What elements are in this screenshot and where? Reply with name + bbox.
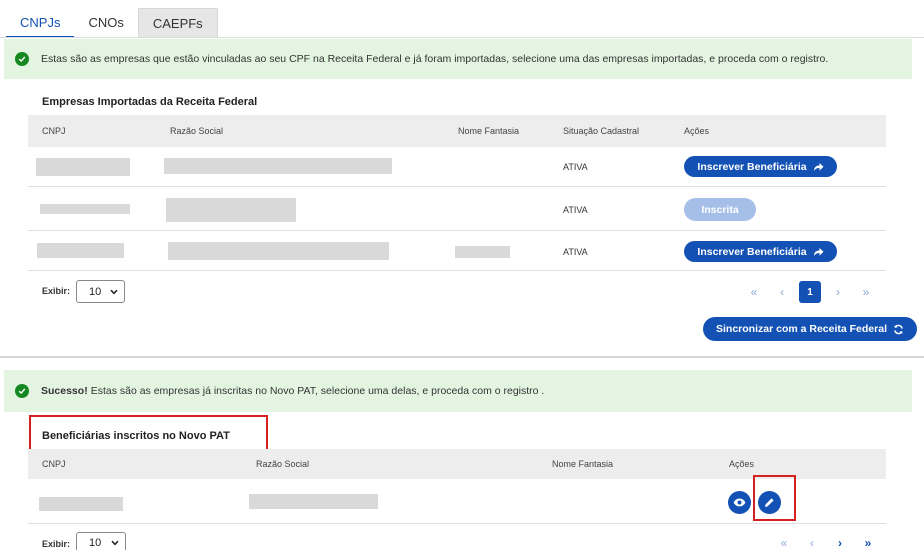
section-divider xyxy=(0,356,924,358)
tabs-divider xyxy=(0,37,924,38)
info-alert: Estas são as empresas que estão vinculad… xyxy=(4,39,912,79)
cnpj-redacted xyxy=(36,158,130,176)
prev-page-button[interactable]: ‹ xyxy=(768,285,796,299)
chevron-down-icon xyxy=(110,289,118,294)
refresh-icon xyxy=(894,324,903,334)
button-label: Inscrever Beneficiária xyxy=(697,245,807,258)
razao-social-redacted xyxy=(168,242,389,260)
first-page-button[interactable]: « xyxy=(740,285,768,299)
page-size-value: 10 xyxy=(89,285,102,298)
page-size-select[interactable]: 10 xyxy=(76,532,126,550)
page-size-select[interactable]: 10 xyxy=(76,280,125,303)
success-alert: Sucesso! Estas são as empresas já inscri… xyxy=(4,370,912,412)
col-cnpj: CNPJ xyxy=(42,126,66,136)
col-nome-fantasia: Nome Fantasia xyxy=(458,126,520,136)
next-page-button[interactable]: › xyxy=(824,285,852,299)
section-title-beneficiarias: Beneficiárias inscritos no Novo PAT xyxy=(42,430,230,442)
first-page-button[interactable]: « xyxy=(770,536,798,550)
status-text: ATIVA xyxy=(563,247,588,257)
status-text: ATIVA xyxy=(563,162,588,172)
status-text: ATIVA xyxy=(563,205,588,215)
exibir-label: Exibir: xyxy=(42,539,71,549)
razao-social-redacted xyxy=(249,494,378,509)
tab-cnpjs[interactable]: CNPJs xyxy=(6,8,75,38)
cnpj-redacted xyxy=(40,204,130,214)
table-header: CNPJ Razão Social Nome Fantasia Situação… xyxy=(28,115,886,147)
col-situacao: Situação Cadastral xyxy=(563,126,640,136)
table-row: ATIVA Inscrever Beneficiária xyxy=(28,147,886,187)
tab-cnos[interactable]: CNOs xyxy=(74,8,137,38)
tab-bar: CNPJs CNOs CAEPFs xyxy=(6,8,218,38)
col-razao-social: Razão Social xyxy=(170,126,224,136)
highlight-box-edit xyxy=(753,475,796,521)
inscrever-beneficiaria-button[interactable]: Inscrever Beneficiária xyxy=(684,156,837,177)
page-size-value: 10 xyxy=(89,537,102,549)
pagination: « ‹ › » xyxy=(770,536,882,550)
inscrever-beneficiaria-button[interactable]: Inscrever Beneficiária xyxy=(684,241,837,262)
col-acoes: Ações xyxy=(684,126,710,136)
view-button[interactable] xyxy=(728,491,751,514)
alert-text: Estas são as empresas já inscritas no No… xyxy=(90,385,545,397)
eye-icon xyxy=(733,498,746,507)
check-circle-icon xyxy=(15,384,29,398)
col-acoes: Ações xyxy=(729,459,755,469)
table-row: ATIVA Inscrita xyxy=(28,188,886,231)
last-page-button[interactable]: » xyxy=(852,285,880,299)
check-circle-icon xyxy=(15,52,29,66)
exibir-label: Exibir: xyxy=(42,286,71,296)
alert-text: Estas são as empresas que estão vinculad… xyxy=(41,53,829,65)
chevron-down-icon xyxy=(111,540,119,546)
prev-page-button[interactable]: ‹ xyxy=(798,536,826,550)
share-arrow-icon xyxy=(813,247,824,256)
tab-caepfs[interactable]: CAEPFs xyxy=(137,8,218,38)
last-page-button[interactable]: » xyxy=(854,536,882,550)
table-row: ATIVA Inscrever Beneficiária xyxy=(28,232,886,271)
razao-social-redacted xyxy=(166,198,296,222)
nome-fantasia-redacted xyxy=(455,246,510,258)
col-nome-fantasia: Nome Fantasia xyxy=(552,459,614,469)
section-title-imported: Empresas Importadas da Receita Federal xyxy=(42,96,258,108)
page-1-button[interactable]: 1 xyxy=(799,281,821,303)
cnpj-redacted xyxy=(37,243,124,258)
share-arrow-icon xyxy=(813,162,824,171)
col-razao-social: Razão Social xyxy=(256,459,310,469)
cnpj-redacted xyxy=(39,497,123,511)
next-page-button[interactable]: › xyxy=(826,536,854,550)
razao-social-redacted xyxy=(164,158,392,174)
sync-receita-button[interactable]: Sincronizar com a Receita Federal xyxy=(703,317,917,341)
pagination: « ‹ 1 › » xyxy=(740,281,880,303)
sync-button-label: Sincronizar com a Receita Federal xyxy=(716,323,887,335)
col-cnpj: CNPJ xyxy=(42,459,66,469)
alert-strong-text: Sucesso! xyxy=(41,385,88,397)
button-label: Inscrever Beneficiária xyxy=(697,160,807,173)
inscrita-button[interactable]: Inscrita xyxy=(684,198,756,221)
